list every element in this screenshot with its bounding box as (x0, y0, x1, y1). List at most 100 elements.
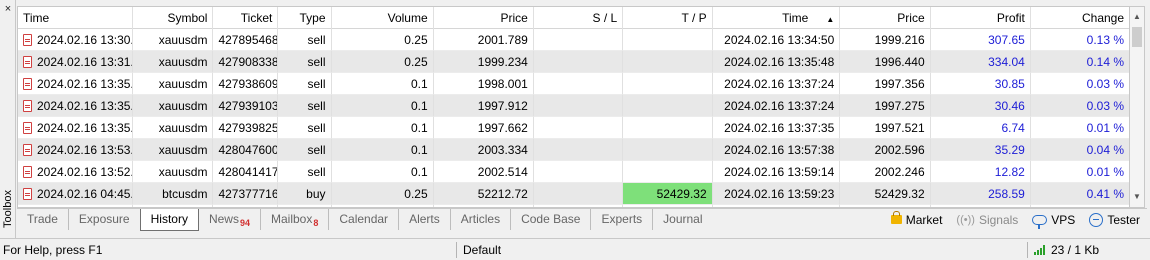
cell-type: sell (278, 51, 332, 73)
cell-open-time: 2024.02.16 13:35... (18, 117, 133, 139)
tab-calendar[interactable]: Calendar (329, 209, 400, 230)
tab-code-base[interactable]: Code Base (511, 209, 592, 230)
news-count-badge: 94 (239, 218, 250, 228)
toolbox-label-text: Toolbox (2, 190, 14, 228)
cell-type: sell (278, 139, 332, 161)
table-row[interactable]: 2024.02.16 13:52... xauusdm 428041417 sell 0… (18, 161, 1129, 183)
mailbox-count-badge: 8 (313, 218, 319, 228)
cell-open-price: 1997.912 (433, 95, 534, 117)
table-row[interactable]: 2024.02.16 13:30... xauusdm 427895468 sell 0… (18, 29, 1129, 51)
tab-journal[interactable]: Journal (653, 209, 712, 230)
cell-symbol: xauusdm (132, 161, 214, 183)
close-icon[interactable]: × (2, 3, 14, 15)
cell-symbol: xauusdm (132, 139, 214, 161)
signals-button[interactable]: ((•)) Signals (949, 213, 1025, 227)
cell-ticket: 427939103 (213, 95, 279, 117)
column-header-volume[interactable]: Volume (332, 7, 434, 29)
tab-mailbox[interactable]: Mailbox8 (261, 209, 330, 230)
cell-close-price: 1997.521 (840, 117, 931, 139)
cell-open-price: 52212.72 (433, 183, 534, 205)
cell-ticket: 428041417 (213, 161, 279, 183)
order-document-icon (23, 166, 32, 178)
cell-close-price: 52429.32 (840, 183, 931, 205)
cell-open-time: 2024.02.16 13:31... (18, 51, 133, 73)
cell-open-time: 2024.02.16 13:53... (18, 139, 133, 161)
column-header-sl[interactable]: S / L (534, 7, 624, 29)
cell-profit: 307.65 (930, 29, 1031, 51)
cell-change: 0.03 % (1030, 95, 1129, 117)
status-network[interactable]: 23 / 1 Kb (1028, 241, 1102, 259)
cell-open-price: 1997.662 (433, 117, 534, 139)
cell-open-time: 2024.02.16 04:45... (18, 183, 133, 205)
cell-sl (533, 73, 624, 95)
cell-volume: 0.25 (331, 183, 434, 205)
scroll-up-icon[interactable]: ▲ (1130, 9, 1144, 25)
tab-history[interactable]: History (139, 209, 199, 231)
toolbox-right-tabs: Market ((•)) Signals VPS Tester (884, 209, 1147, 230)
scroll-thumb[interactable] (1132, 27, 1142, 47)
cell-type: buy (278, 183, 332, 205)
tab-exposure[interactable]: Exposure (69, 209, 141, 230)
cell-open-price: 2003.334 (433, 139, 534, 161)
table-row[interactable]: 2024.02.16 13:31... xauusdm 427908338 sell 0… (18, 51, 1129, 73)
column-header-change[interactable]: Change (1031, 7, 1129, 29)
cell-sl (533, 95, 624, 117)
cell-open-price: 2002.514 (433, 161, 534, 183)
tab-alerts[interactable]: Alerts (399, 209, 451, 230)
column-header-tp[interactable]: T / P (623, 7, 713, 29)
toolbox-label[interactable]: Toolbox (1, 187, 15, 233)
tab-articles[interactable]: Articles (451, 209, 512, 230)
cell-sl (533, 117, 624, 139)
column-header-open-price[interactable]: Price (434, 7, 534, 29)
column-header-close-time[interactable]: Time ▲ (713, 7, 841, 29)
cell-ticket: 427908338 (213, 51, 279, 73)
cell-type: sell (278, 95, 332, 117)
tab-news[interactable]: News94 (199, 209, 261, 230)
sort-ascending-icon: ▲ (826, 15, 835, 24)
scroll-down-icon[interactable]: ▼ (1130, 189, 1144, 205)
table-body: 2024.02.16 13:30... xauusdm 427895468 sell 0… (18, 29, 1129, 207)
cell-profit: 30.46 (930, 95, 1031, 117)
column-header-close-price[interactable]: Price (840, 7, 931, 29)
cell-close-price: 2002.246 (840, 161, 931, 183)
vps-button[interactable]: VPS (1025, 213, 1082, 229)
column-header-open-time[interactable]: Time (18, 7, 133, 29)
cell-profit: 35.29 (930, 139, 1031, 161)
cell-open-time: 2024.02.16 13:52... (18, 161, 133, 183)
cell-sl (533, 29, 624, 51)
table-row[interactable]: 2024.02.16 13:53... xauusdm 428047600 sell 0… (18, 139, 1129, 161)
table-row[interactable]: 2024.02.16 13:35... xauusdm 427939825 sell 0… (18, 117, 1129, 139)
cell-symbol: btcusdm (132, 183, 214, 205)
cell-close-time: 2024.02.16 13:34:50 (712, 29, 841, 51)
column-header-symbol[interactable]: Symbol (133, 7, 214, 29)
tab-experts[interactable]: Experts (591, 209, 654, 230)
cell-volume: 0.1 (331, 73, 434, 95)
column-header-type[interactable]: Type (278, 7, 332, 29)
cell-close-price: 1996.440 (840, 51, 931, 73)
cell-change: 0.01 % (1030, 117, 1129, 139)
tester-button[interactable]: Tester (1082, 212, 1147, 227)
cell-change: 0.14 % (1030, 51, 1129, 73)
market-button[interactable]: Market (884, 211, 950, 227)
table-row[interactable]: 2024.02.16 04:45... btcusdm 427377716 buy 0.… (18, 183, 1129, 205)
cell-open-time: 2024.02.16 13:30... (18, 29, 133, 51)
table-row[interactable]: 2024.02.16 13:35... xauusdm 427938609 sell 0… (18, 73, 1129, 95)
cell-profit: 334.04 (930, 51, 1031, 73)
column-header-profit[interactable]: Profit (931, 7, 1031, 29)
cell-change: 0.13 % (1030, 29, 1129, 51)
cell-symbol: xauusdm (132, 29, 214, 51)
cell-sl (533, 139, 624, 161)
cell-profit: 258.59 (930, 183, 1031, 205)
cell-ticket: 427895468 (213, 29, 279, 51)
status-help-text: For Help, press F1 (3, 242, 103, 257)
table-row[interactable]: 2024.02.16 13:35... xauusdm 427939103 sell 0… (18, 95, 1129, 117)
cell-tp (623, 95, 713, 117)
column-header-ticket[interactable]: Ticket (213, 7, 279, 29)
table-header: Time Symbol Ticket Type Volume Price S /… (18, 7, 1129, 29)
cell-open-time: 2024.02.16 13:35... (18, 73, 133, 95)
tab-trade[interactable]: Trade (17, 209, 69, 230)
cell-open-price: 2001.789 (433, 29, 534, 51)
vertical-scrollbar[interactable]: ▲ ▼ (1130, 6, 1145, 208)
cell-tp (623, 117, 713, 139)
cell-tp (623, 51, 713, 73)
